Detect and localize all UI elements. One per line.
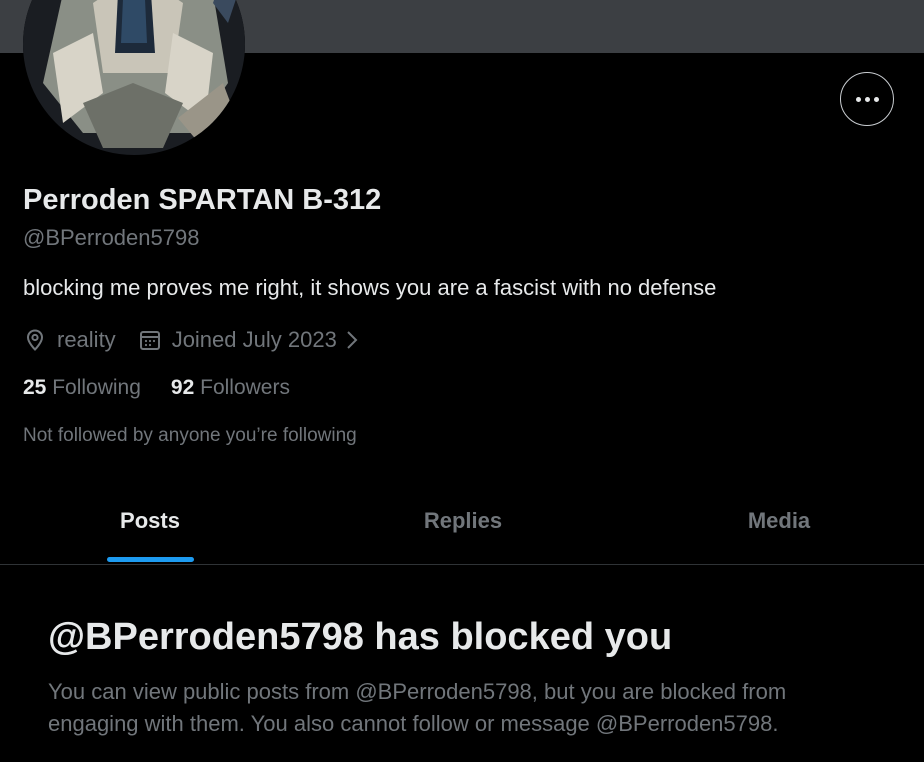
more-options-button[interactable]	[840, 72, 894, 126]
followers-count: 92	[170, 376, 195, 399]
location-pin-icon	[23, 328, 47, 352]
tabs-divider	[0, 564, 924, 565]
display-name: Perroden SPARTAN B-312	[23, 184, 382, 216]
avatar-image	[23, 0, 245, 155]
not-followed-note: Not followed by anyone you’re following	[23, 425, 357, 446]
tab-media[interactable]: Media	[618, 488, 924, 564]
profile-tabs: Posts Replies Media	[0, 488, 924, 564]
profile-handle: @BPerroden5798	[23, 225, 200, 250]
profile-bio: blocking me proves me right, it shows yo…	[23, 275, 717, 300]
profile-stats: 25 Following 92 Followers	[23, 376, 290, 400]
calendar-icon	[138, 328, 162, 352]
tab-replies-label: Replies	[423, 508, 503, 533]
tab-posts[interactable]: Posts	[0, 488, 300, 564]
profile-location: reality	[57, 327, 116, 352]
more-options-icon	[855, 96, 879, 102]
avatar[interactable]	[23, 0, 245, 155]
tab-posts-label: Posts	[120, 508, 180, 533]
blocked-notice-title: @BPerroden5798 has blocked you	[48, 616, 673, 658]
profile-meta: reality Joined July 2023	[23, 323, 359, 357]
tab-replies[interactable]: Replies	[308, 488, 618, 564]
followers-link[interactable]: 92 Followers	[171, 376, 290, 400]
following-link[interactable]: 25 Following	[23, 376, 141, 400]
tab-media-label: Media	[747, 508, 811, 533]
active-tab-indicator	[107, 557, 194, 562]
profile-joined-date: Joined July 2023	[171, 327, 337, 352]
following-count: 25	[23, 376, 47, 399]
chevron-right-icon[interactable]	[345, 329, 359, 351]
followers-label: Followers	[200, 376, 290, 399]
blocked-notice-description: You can view public posts from @BPerrode…	[48, 679, 787, 736]
following-label: Following	[52, 376, 141, 399]
